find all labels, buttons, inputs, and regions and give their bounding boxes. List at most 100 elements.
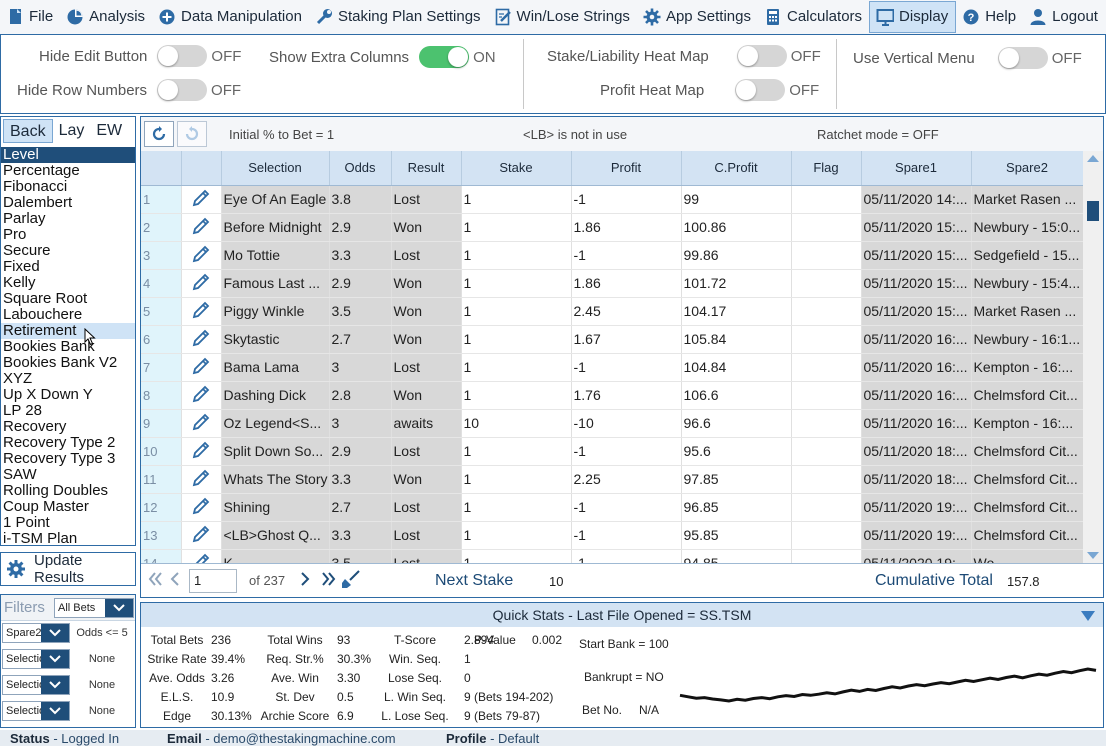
stake-heat-map-toggle[interactable] (736, 45, 787, 67)
odds-cell[interactable]: 2.9 (329, 213, 392, 242)
spare1-cell[interactable]: 05/11/2020 16:... (861, 325, 972, 354)
last-page-icon[interactable] (321, 571, 337, 590)
show-extra-columns-toggle[interactable] (419, 46, 470, 68)
odds-cell[interactable]: 3 (329, 409, 392, 438)
redo-button[interactable] (177, 121, 207, 147)
scroll-up-arrow[interactable] (1087, 155, 1099, 162)
stake-cell[interactable]: 1 (461, 241, 572, 270)
scrollbar-thumb[interactable] (1087, 201, 1099, 221)
table-row[interactable]: 4 Famous Last ... 2.9 Won 1 1.86 101.72 05/11/2… (141, 269, 1084, 298)
result-cell[interactable]: awaits (391, 409, 462, 438)
flag-cell[interactable] (791, 409, 862, 438)
column-header[interactable]: Odds (329, 151, 392, 186)
filter-field-select[interactable]: Selection (2, 649, 70, 669)
menu-help[interactable]: ? Help (956, 1, 1023, 33)
selection-cell[interactable]: Piggy Winkle (221, 297, 330, 326)
table-row[interactable]: 6 Skytastic 2.7 Won 1 1.67 105.84 05/11/2020 16… (141, 325, 1084, 354)
stake-cell[interactable]: 10 (461, 409, 572, 438)
stake-cell[interactable]: 1 (461, 549, 572, 563)
table-row[interactable]: 10 Split Down So... 2.9 Lost 1 -1 95.6 05/11/20… (141, 437, 1084, 466)
staking-plan-item[interactable]: Rolling Doubles (1, 483, 135, 499)
spare2-cell[interactable]: Sedgefield - 15... (971, 241, 1084, 270)
menu-calculators[interactable]: Calculators (758, 1, 869, 33)
pencil-icon[interactable] (191, 244, 211, 264)
column-header[interactable]: Result (391, 151, 462, 186)
pencil-icon[interactable] (191, 412, 211, 432)
pencil-icon[interactable] (191, 216, 211, 236)
result-cell[interactable]: Won (391, 297, 462, 326)
spare1-cell[interactable]: 05/11/2020 19:... (861, 549, 972, 563)
column-header[interactable] (141, 151, 182, 186)
cprofit-cell[interactable]: 104.84 (681, 353, 792, 382)
staking-plan-item[interactable]: Square Root (1, 291, 135, 307)
result-cell[interactable]: Lost (391, 549, 462, 563)
result-cell[interactable]: Lost (391, 521, 462, 550)
stake-cell[interactable]: 1 (461, 269, 572, 298)
stake-cell[interactable]: 1 (461, 521, 572, 550)
staking-plan-item[interactable]: SAW (1, 467, 135, 483)
result-cell[interactable]: Lost (391, 241, 462, 270)
filter-field-select[interactable]: Spare2 (2, 623, 70, 643)
filter-condition[interactable]: None (70, 705, 134, 717)
result-cell[interactable]: Lost (391, 437, 462, 466)
odds-cell[interactable]: 3.3 (329, 521, 392, 550)
filter-field-select[interactable]: Selection (2, 675, 70, 695)
menu-staking-plan-settings[interactable]: Staking Plan Settings (309, 1, 488, 33)
cprofit-cell[interactable]: 106.6 (681, 381, 792, 410)
profit-cell[interactable]: -10 (571, 409, 682, 438)
table-row[interactable]: 3 Mo Tottie 3.3 Lost 1 -1 99.86 05/11/2020 15:.… (141, 241, 1084, 270)
spare2-cell[interactable]: Market Rasen ... (971, 297, 1084, 326)
result-cell[interactable]: Won (391, 269, 462, 298)
staking-plan-item[interactable]: Recovery Type 2 (1, 435, 135, 451)
pencil-icon[interactable] (191, 552, 211, 563)
spare1-cell[interactable]: 05/11/2020 16:... (861, 381, 972, 410)
filter-condition[interactable]: Odds <= 5 (70, 627, 134, 639)
cprofit-cell[interactable]: 96.85 (681, 493, 792, 522)
profit-cell[interactable]: 1.86 (571, 213, 682, 242)
spare2-cell[interactable]: Newbury - 15:4... (971, 269, 1084, 298)
selection-cell[interactable]: K... (221, 549, 330, 563)
menu-logout[interactable]: Logout (1023, 1, 1105, 33)
pencil-icon[interactable] (191, 440, 211, 460)
flag-cell[interactable] (791, 381, 862, 410)
scroll-down-arrow[interactable] (1087, 552, 1099, 559)
spare2-cell[interactable]: Kempton - 16:... (971, 409, 1084, 438)
all-bets-select[interactable]: All Bets (54, 597, 134, 618)
update-results-button[interactable]: Update Results (0, 552, 136, 586)
spare2-cell[interactable]: Chelmsford Cit... (971, 381, 1084, 410)
cprofit-cell[interactable]: 95.6 (681, 437, 792, 466)
cprofit-cell[interactable]: 100.86 (681, 213, 792, 242)
stake-cell[interactable]: 1 (461, 437, 572, 466)
profit-cell[interactable]: -1 (571, 185, 682, 214)
flag-cell[interactable] (791, 269, 862, 298)
spare1-cell[interactable]: 05/11/2020 15:... (861, 213, 972, 242)
spare2-cell[interactable]: Chelmsford Cit... (971, 521, 1084, 550)
menu-win-lose-strings[interactable]: Win/Lose Strings (488, 1, 637, 33)
flag-cell[interactable] (791, 297, 862, 326)
profit-cell[interactable]: 1.67 (571, 325, 682, 354)
odds-cell[interactable]: 2.9 (329, 269, 392, 298)
hide-edit-button-toggle[interactable] (157, 45, 208, 67)
cprofit-cell[interactable]: 94.85 (681, 549, 792, 563)
flag-cell[interactable] (791, 213, 862, 242)
tab-ew[interactable]: EW (90, 119, 128, 143)
column-header[interactable]: Stake (461, 151, 572, 186)
table-row[interactable]: 9 Oz Legend<S... 3 awaits 10 -10 96.6 05/11/202… (141, 409, 1084, 438)
column-header[interactable]: Spare2 (971, 151, 1084, 186)
flag-cell[interactable] (791, 325, 862, 354)
stake-cell[interactable]: 1 (461, 297, 572, 326)
filter-field-select[interactable]: Selection (2, 701, 70, 721)
table-row[interactable]: 2 Before Midnight 2.9 Won 1 1.86 100.86 05/11/2… (141, 213, 1084, 242)
stake-cell[interactable]: 1 (461, 465, 572, 494)
profit-cell[interactable]: -1 (571, 493, 682, 522)
profit-cell[interactable]: -1 (571, 521, 682, 550)
flag-cell[interactable] (791, 437, 862, 466)
staking-plan-item[interactable]: Parlay (1, 211, 135, 227)
stake-cell[interactable]: 1 (461, 381, 572, 410)
table-row[interactable]: 13 <LB>Ghost Q... 3.3 Lost 1 -1 95.85 05/11/202… (141, 521, 1084, 550)
spare2-cell[interactable]: Newbury - 15:0... (971, 213, 1084, 242)
spare1-cell[interactable]: 05/11/2020 15:... (861, 269, 972, 298)
selection-cell[interactable]: Bama Lama (221, 353, 330, 382)
result-cell[interactable]: Won (391, 213, 462, 242)
profit-cell[interactable]: 1.86 (571, 269, 682, 298)
